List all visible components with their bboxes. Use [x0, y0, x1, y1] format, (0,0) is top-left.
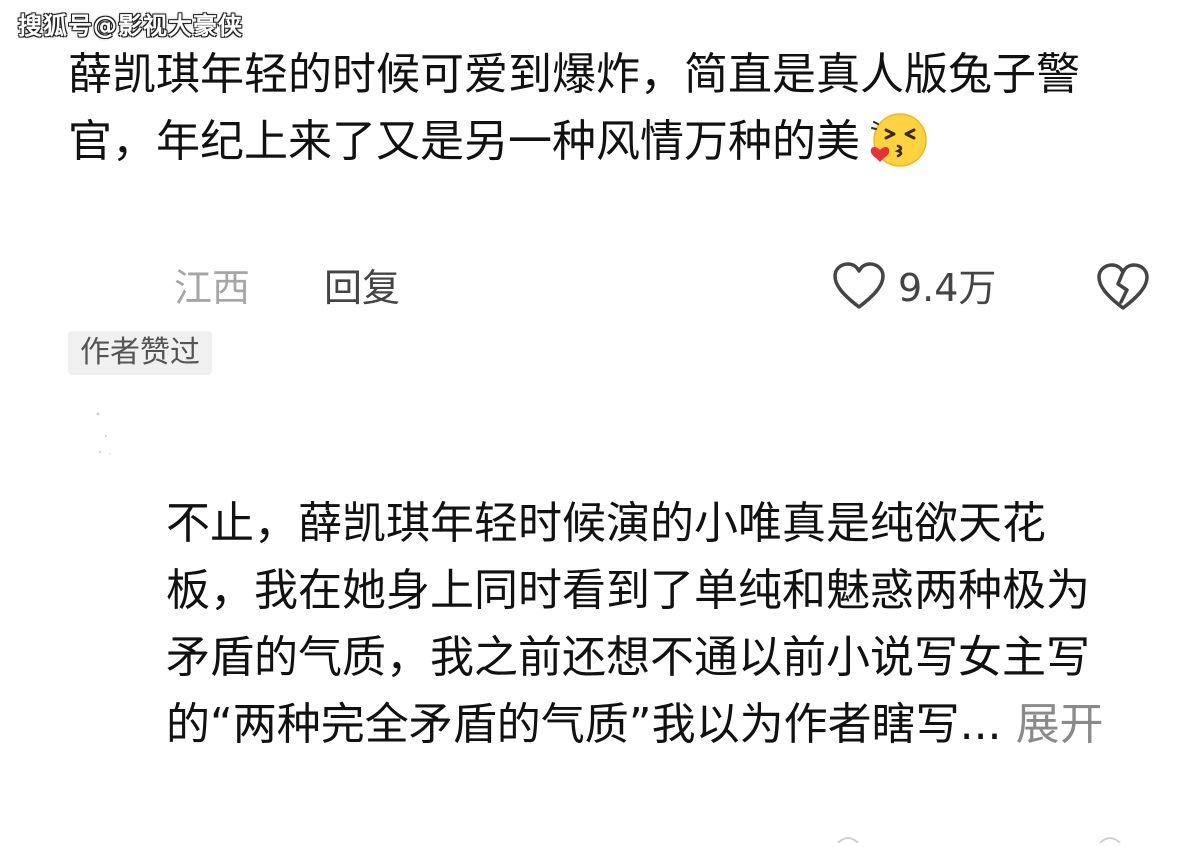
- comment-text: 薛凯琪年轻的时候可爱到爆炸，简直是真人版兔子警官，年纪上来了又是另一种风情万种的…: [68, 49, 1080, 167]
- location-label: 江西: [174, 266, 251, 310]
- reply-button[interactable]: 回复: [324, 260, 400, 316]
- like-button[interactable]: 9.4万: [832, 260, 996, 316]
- expand-link[interactable]: 展开: [1016, 699, 1104, 750]
- reply-body: 不止，薛凯琪年轻时候演的小唯真是纯欲天花板，我在她身上同时看到了单纯和魅惑两种极…: [166, 490, 1126, 758]
- kissing-heart-emoji-icon: [864, 108, 928, 187]
- like-count: 9.4万: [898, 266, 997, 310]
- broken-heart-icon[interactable]: [1096, 262, 1150, 316]
- bottom-edge: [0, 828, 1184, 844]
- reply-text: 不止，薛凯琪年轻时候演的小唯真是纯欲天花板，我在她身上同时看到了单纯和魅惑两种极…: [166, 498, 1090, 750]
- author-liked-badge: 作者赞过: [68, 331, 212, 375]
- decorative-specks: [84, 408, 124, 468]
- heart-outline-icon: [832, 261, 886, 315]
- reply-comment: 不止，薛凯琪年轻时候演的小唯真是纯欲天花板，我在她身上同时看到了单纯和魅惑两种极…: [166, 490, 1126, 758]
- comment: 薛凯琪年轻的时候可爱到爆炸，简直是真人版兔子警官，年纪上来了又是另一种风情万种的…: [68, 42, 1148, 187]
- comment-meta-row: 江西 回复 9.4万: [174, 260, 1154, 316]
- comment-body: 薛凯琪年轻的时候可爱到爆炸，简直是真人版兔子警官，年纪上来了又是另一种风情万种的…: [68, 42, 1148, 187]
- watermark: 搜狐号@影视大豪侠: [18, 12, 243, 40]
